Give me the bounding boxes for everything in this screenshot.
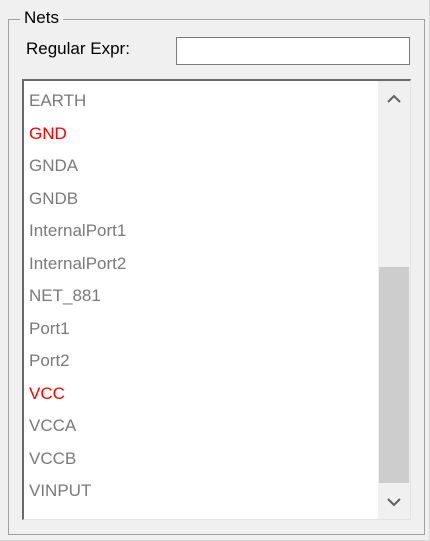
nets-listbox[interactable]: EARTH GND GNDA GNDB InternalPort1 Intern…: [22, 79, 411, 520]
scrollbar-thumb[interactable]: [379, 267, 409, 483]
chevron-down-icon: [387, 497, 401, 506]
list-item[interactable]: NET_881: [24, 280, 378, 313]
regular-expression-label: Regular Expr:: [26, 39, 130, 58]
list-item[interactable]: VINPUT: [24, 475, 378, 508]
list-item[interactable]: Port2: [24, 345, 378, 378]
vertical-scrollbar[interactable]: [378, 81, 410, 519]
list-item[interactable]: GNDA: [24, 150, 378, 183]
list-item[interactable]: EARTH: [24, 85, 378, 118]
list-item[interactable]: InternalPort1: [24, 215, 378, 248]
list-item[interactable]: GND: [24, 118, 378, 151]
list-item[interactable]: Port1: [24, 313, 378, 346]
list-item[interactable]: VCCA: [24, 410, 378, 443]
regular-expression-input[interactable]: [176, 37, 410, 65]
chevron-up-icon: [387, 94, 401, 103]
list-item[interactable]: GNDB: [24, 183, 378, 216]
nets-group-title: Nets: [20, 6, 63, 30]
list-item[interactable]: VCCB: [24, 443, 378, 476]
scroll-down-button[interactable]: [378, 485, 410, 519]
scroll-up-button[interactable]: [378, 81, 410, 115]
list-item[interactable]: VCC: [24, 378, 378, 411]
nets-list: EARTH GND GNDA GNDB InternalPort1 Intern…: [24, 81, 378, 508]
list-item[interactable]: InternalPort2: [24, 248, 378, 281]
nets-panel: Nets Regular Expr: EARTH GND GNDA GNDB I…: [0, 0, 430, 541]
